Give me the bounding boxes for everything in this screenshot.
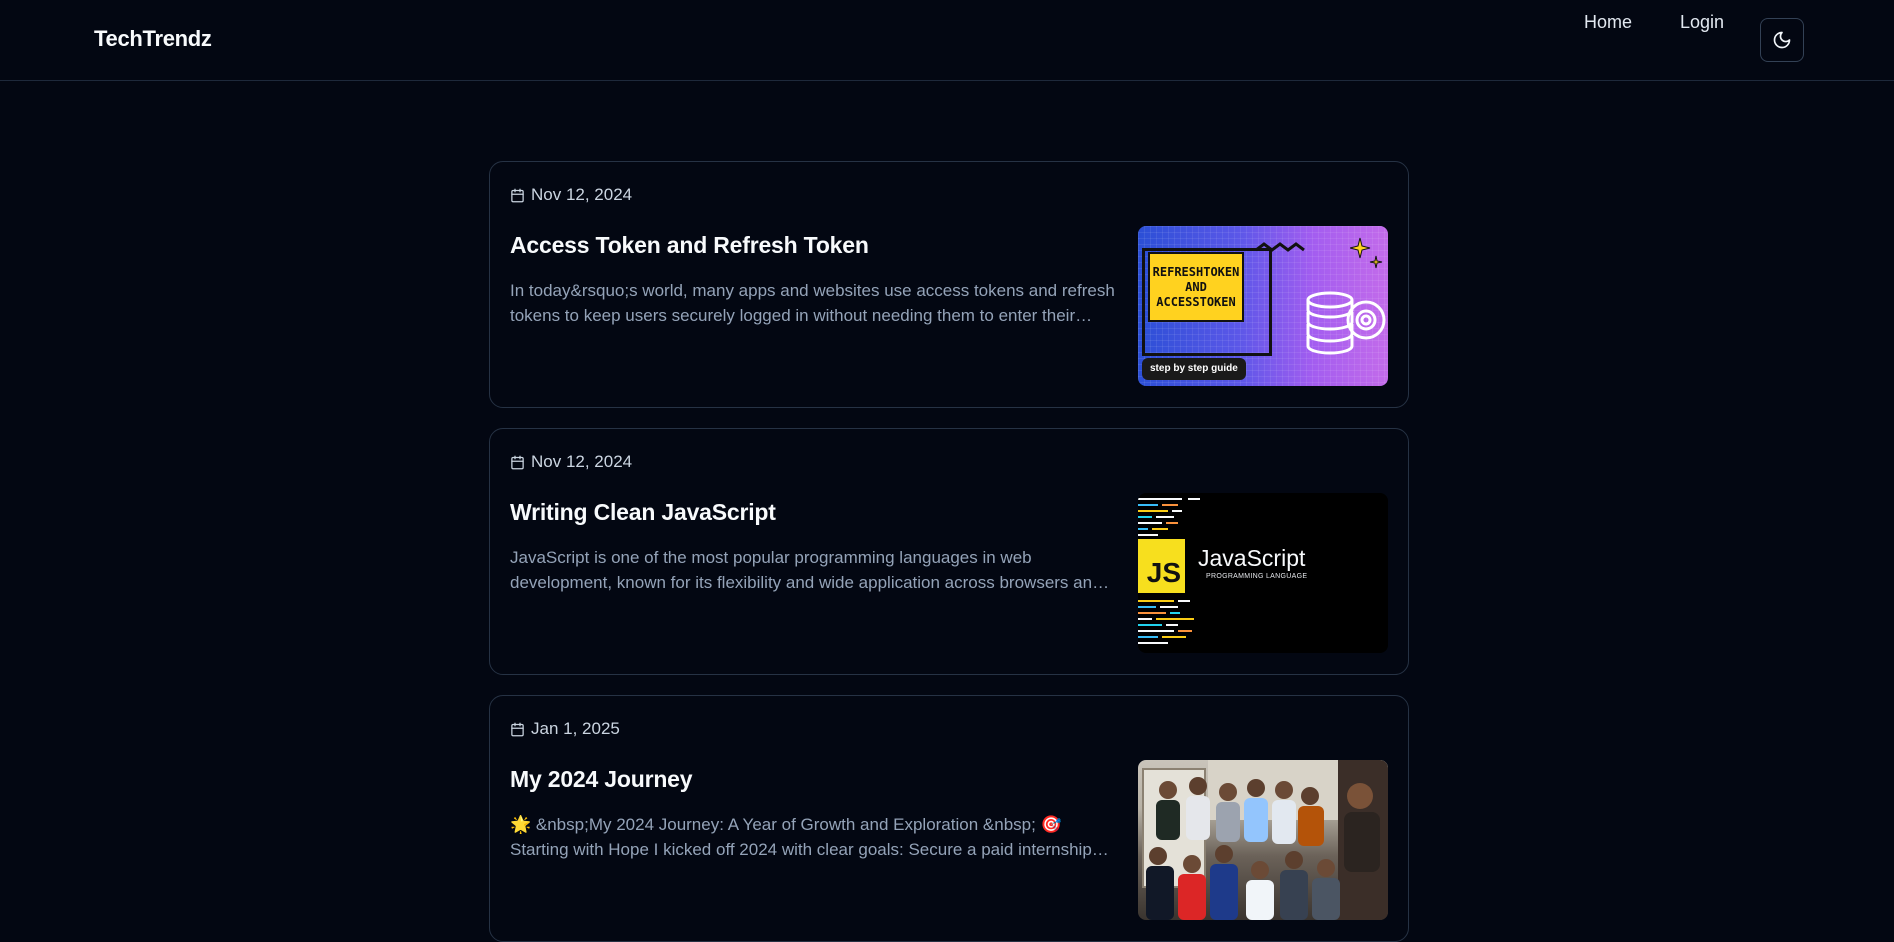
post-thumbnail-group-photo[interactable] (1138, 760, 1388, 920)
post-title[interactable]: My 2024 Journey (510, 766, 693, 793)
post-date: Nov 12, 2024 (510, 184, 632, 206)
post-card[interactable]: Nov 12, 2024 Access Token and Refresh To… (489, 161, 1409, 408)
theme-toggle-button[interactable] (1760, 18, 1804, 62)
calendar-icon (510, 722, 525, 737)
nav-login-link[interactable]: Login (1680, 12, 1724, 33)
post-date: Nov 12, 2024 (510, 451, 632, 473)
top-navbar: TechTrendz Home Login (0, 0, 1894, 81)
calendar-icon (510, 188, 525, 203)
post-thumbnail[interactable]: JS JavaScript PROGRAMMING LANGUAGE (1138, 493, 1388, 653)
thumbnail-subtitle: PROGRAMMING LANGUAGE (1206, 573, 1308, 580)
group-photo-image (1146, 760, 1388, 920)
post-title[interactable]: Writing Clean JavaScript (510, 499, 776, 526)
sparkle-icon (1350, 237, 1383, 269)
brand-logo[interactable]: TechTrendz (94, 26, 212, 52)
post-excerpt: In today&rsquo;s world, many apps and we… (510, 281, 1115, 325)
calendar-icon (510, 455, 525, 470)
post-title[interactable]: Access Token and Refresh Token (510, 232, 869, 259)
post-thumbnail[interactable]: REFRESHTOKEN AND ACCESSTOKEN step by ste… (1138, 226, 1388, 386)
js-logo: JS (1138, 539, 1185, 593)
post-excerpt: 🌟 &nbsp;My 2024 Journey: A Year of Growt… (510, 815, 1092, 859)
coins-icon (1306, 291, 1386, 355)
moon-icon (1772, 30, 1792, 50)
post-excerpt: JavaScript is one of the most popular pr… (510, 548, 1102, 592)
post-date-text: Nov 12, 2024 (531, 452, 633, 471)
post-date: Jan 1, 2025 (510, 718, 620, 740)
thumbnail-heading: REFRESHTOKEN AND ACCESSTOKEN (1148, 252, 1244, 322)
thumbnail-badge: step by step guide (1142, 358, 1246, 380)
post-date-text: Nov 12, 2024 (531, 185, 633, 204)
post-card[interactable]: Jan 1, 2025 My 2024 Journey 🌟 &nbsp;My 2… (489, 695, 1409, 942)
nav-home-link[interactable]: Home (1584, 12, 1632, 33)
post-date-text: Jan 1, 2025 (531, 719, 620, 738)
thumbnail-title: JavaScript (1198, 545, 1306, 571)
post-card[interactable]: Nov 12, 2024 Writing Clean JavaScript Ja… (489, 428, 1409, 675)
